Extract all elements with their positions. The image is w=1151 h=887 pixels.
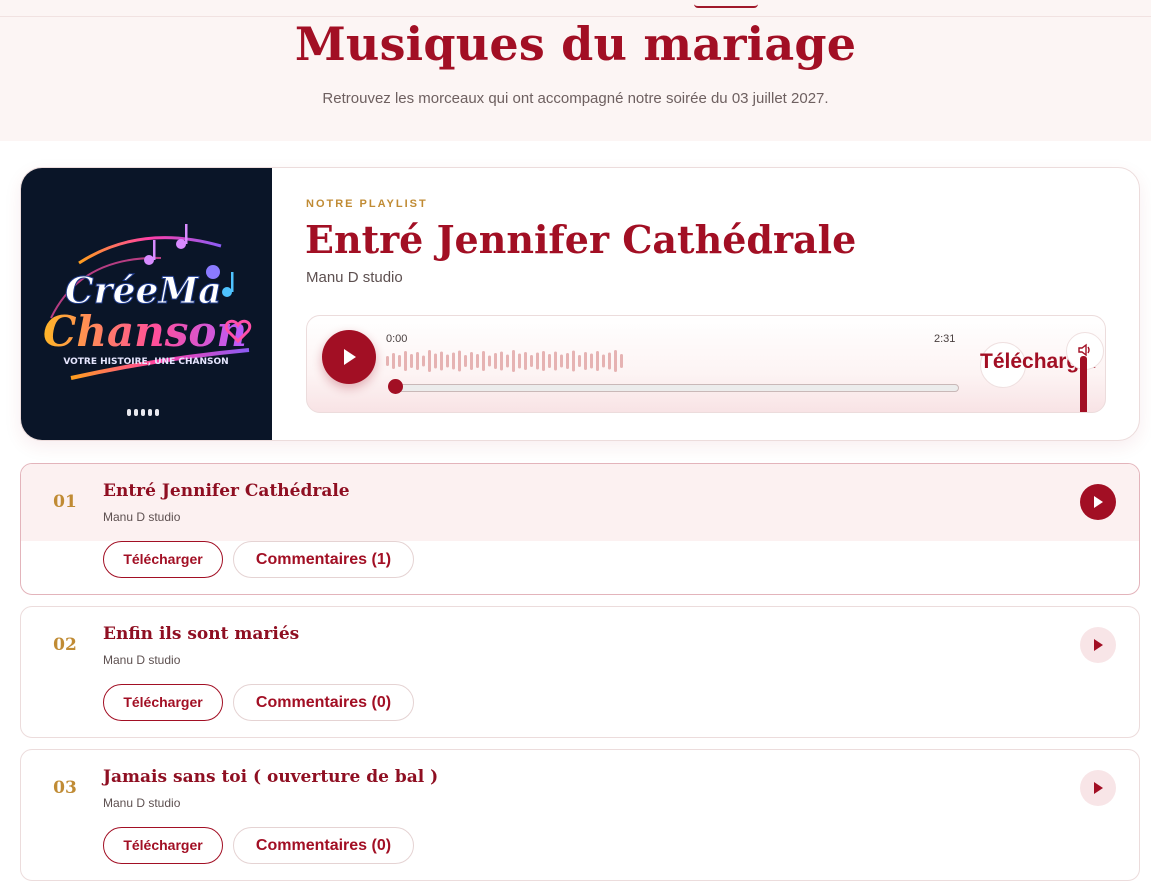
- waveform-bar: [578, 355, 581, 367]
- comments-button[interactable]: Commentaires (0): [233, 684, 414, 721]
- waveform-bar: [500, 351, 503, 371]
- waveform-bar: [410, 354, 413, 368]
- waveform-bar: [506, 354, 509, 368]
- track-number: 02: [53, 635, 77, 655]
- waveform-bar: [548, 354, 551, 368]
- track-play-button[interactable]: [1080, 484, 1116, 520]
- track-item[interactable]: 02 Enfin ils sont mariés Manu D studio T…: [20, 606, 1140, 738]
- duration: 2:31: [934, 333, 956, 345]
- now-playing-artist: Manu D studio: [306, 269, 403, 286]
- download-button[interactable]: Télécharger: [103, 684, 223, 721]
- waveform-bar: [584, 352, 587, 370]
- track-title[interactable]: Entré Jennifer Cathédrale: [103, 481, 350, 501]
- waveform-bar: [476, 354, 479, 368]
- waveform-bar: [608, 352, 611, 370]
- track-number: 01: [53, 492, 77, 512]
- comments-button[interactable]: Commentaires (1): [233, 541, 414, 578]
- waveform-bar: [518, 353, 521, 369]
- waveform-bar: [470, 352, 473, 370]
- page-title: Musiques du mariage: [294, 17, 857, 71]
- waveform-bar: [554, 351, 557, 371]
- track-title[interactable]: Jamais sans toi ( ouverture de bal ): [103, 767, 438, 787]
- volume-slider[interactable]: [1080, 356, 1087, 412]
- now-playing-title: Entré Jennifer Cathédrale: [305, 217, 857, 262]
- waveform-bar: [614, 350, 617, 372]
- track-row-highlight: [21, 750, 1139, 827]
- audio-player: 0:00 2:31 Télécharger: [306, 315, 1106, 413]
- download-button[interactable]: Télécharger: [103, 541, 223, 578]
- waveform-bar: [440, 351, 443, 371]
- waveform-bar: [464, 355, 467, 367]
- waveform-bar: [416, 352, 419, 370]
- waveform: [386, 350, 623, 372]
- seek-bar[interactable]: [392, 384, 959, 392]
- waveform-bar: [434, 353, 437, 369]
- waveform-bar: [422, 355, 425, 367]
- now-playing-card: CréeMa Chanson VOTRE HISTOIRE, UNE CHANS…: [20, 167, 1140, 441]
- download-button[interactable]: Télécharger: [103, 827, 223, 864]
- waveform-bar: [590, 353, 593, 369]
- waveform-bar: [566, 353, 569, 369]
- track-item[interactable]: 03 Jamais sans toi ( ouverture de bal ) …: [20, 749, 1140, 881]
- waveform-bar: [404, 351, 407, 371]
- album-cover: CréeMa Chanson VOTRE HISTOIRE, UNE CHANS…: [21, 168, 272, 440]
- track-number: 03: [53, 778, 77, 798]
- svg-text:VOTRE HISTOIRE, UNE CHANSON: VOTRE HISTOIRE, UNE CHANSON: [63, 357, 228, 367]
- waveform-bar: [524, 352, 527, 370]
- waveform-bar: [596, 351, 599, 371]
- waveform-bar: [530, 355, 533, 367]
- waveform-bar: [392, 353, 395, 369]
- waveform-bar: [458, 350, 461, 372]
- track-play-button[interactable]: [1080, 770, 1116, 806]
- waveform-bar: [602, 354, 605, 368]
- waveform-bar: [494, 353, 497, 369]
- waveform-bar: [512, 350, 515, 372]
- waveform-bar: [428, 350, 431, 372]
- nav-active-indicator: [694, 0, 758, 8]
- play-button[interactable]: [322, 330, 376, 384]
- waveform-bar: [620, 354, 623, 368]
- cover-pager: [127, 409, 159, 416]
- track-artist: Manu D studio: [103, 653, 181, 667]
- track-artist: Manu D studio: [103, 796, 181, 810]
- waveform-bar: [542, 351, 545, 371]
- track-artist: Manu D studio: [103, 510, 181, 524]
- page-subtitle: Retrouvez les morceaux qui ont accompagn…: [322, 90, 829, 107]
- track-play-button[interactable]: [1080, 627, 1116, 663]
- waveform-bar: [560, 354, 563, 368]
- svg-text:Chanson: Chanson: [43, 307, 247, 356]
- page-header: Musiques du mariage Retrouvez les morcea…: [0, 0, 1151, 141]
- waveform-bar: [452, 352, 455, 370]
- track-row-highlight: [21, 607, 1139, 684]
- waveform-bar: [446, 354, 449, 368]
- waveform-bar: [572, 350, 575, 372]
- waveform-bar: [482, 351, 485, 371]
- current-time: 0:00: [386, 333, 408, 345]
- playlist-label: NOTRE PLAYLIST: [306, 198, 428, 210]
- track-item[interactable]: 01 Entré Jennifer Cathédrale Manu D stud…: [20, 463, 1140, 595]
- track-row-highlight: [21, 464, 1139, 541]
- seek-handle[interactable]: [388, 379, 403, 394]
- waveform-bar: [386, 356, 389, 366]
- track-title[interactable]: Enfin ils sont mariés: [103, 624, 299, 644]
- waveform-bar: [536, 352, 539, 370]
- svg-text:CréeMa: CréeMa: [65, 270, 222, 312]
- comments-button[interactable]: Commentaires (0): [233, 827, 414, 864]
- waveform-bar: [488, 355, 491, 367]
- waveform-bar: [398, 355, 401, 367]
